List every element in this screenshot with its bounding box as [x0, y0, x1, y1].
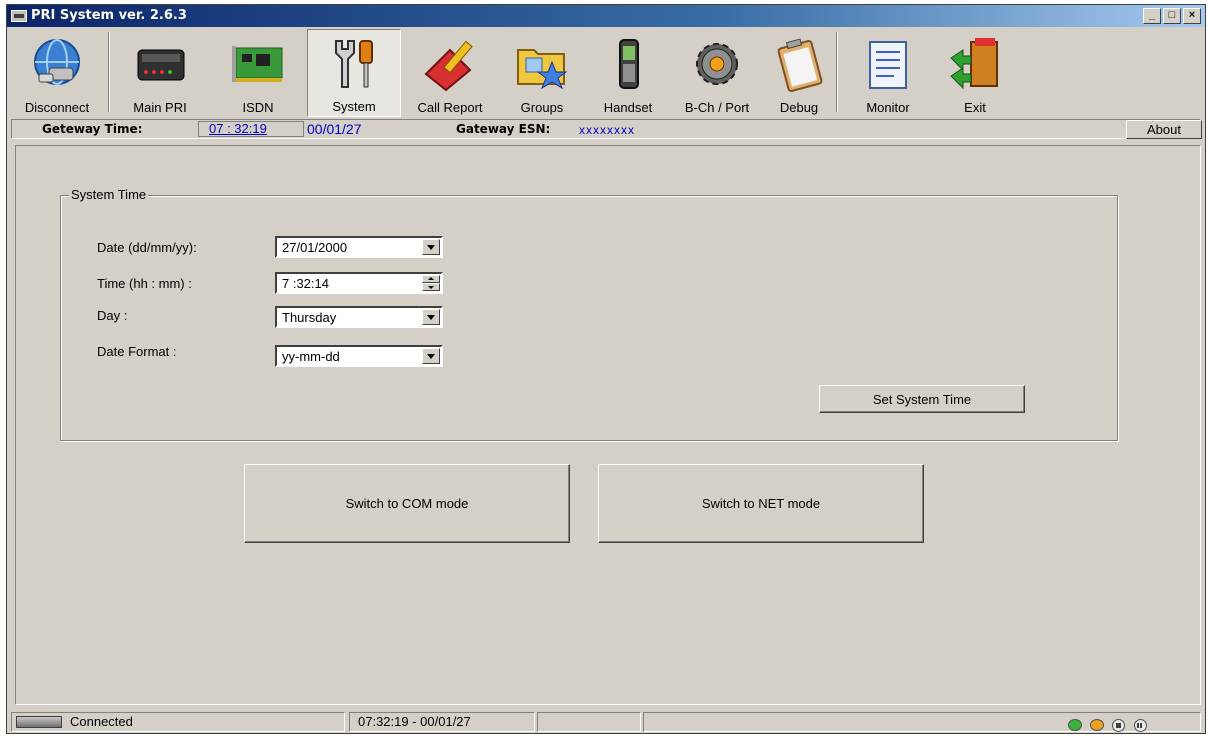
groups-button[interactable]: Groups: [499, 29, 585, 117]
app-icon: [11, 10, 27, 22]
toolbar-label: Handset: [603, 100, 653, 115]
main-window: PRI System ver. 2.6.3 _ □ × Disconnect M…: [6, 4, 1206, 734]
pause-icon[interactable]: [1134, 719, 1147, 732]
status-panel-indicators: [643, 712, 1201, 732]
gear-icon: [687, 34, 747, 94]
monitor-document-icon: [858, 34, 918, 94]
network-icon: [16, 716, 62, 728]
bch-port-button[interactable]: B-Ch / Port: [671, 29, 763, 117]
toolbar-separator: [836, 32, 838, 112]
toolbar-label: Groups: [520, 100, 564, 115]
gateway-time-value: 07 : 32:19: [198, 121, 304, 137]
timestamp-panel: 07:32:19 - 00/01/27: [349, 712, 535, 732]
toolbar-label: Debug: [779, 100, 819, 115]
toolbar-label: B-Ch / Port: [684, 100, 750, 115]
handset-button[interactable]: Handset: [585, 29, 671, 117]
monitor-button[interactable]: Monitor: [839, 29, 937, 117]
minimize-button[interactable]: _: [1143, 8, 1161, 24]
date-format-value: yy-mm-dd: [282, 349, 340, 364]
toolbar-label: Monitor: [866, 100, 910, 115]
orange-led-icon: [1090, 719, 1104, 731]
disconnect-globe-icon: [27, 34, 87, 94]
wrench-screwdriver-icon: [324, 33, 384, 93]
close-button[interactable]: ×: [1183, 8, 1201, 24]
status-bar: Connected 07:32:19 - 00/01/27: [7, 709, 1205, 733]
stop-icon[interactable]: [1112, 719, 1125, 732]
isdn-button[interactable]: ISDN: [209, 29, 307, 117]
time-value: 7 :32:14: [282, 276, 329, 291]
switch-com-mode-button[interactable]: Switch to COM mode: [244, 464, 570, 543]
chevron-down-icon[interactable]: [422, 239, 440, 255]
system-time-legend: System Time: [69, 187, 149, 202]
day-combo[interactable]: Thursday: [275, 306, 443, 328]
toolbar-label: Disconnect: [24, 100, 90, 115]
exit-door-icon: [945, 34, 1005, 94]
day-label: Day :: [97, 308, 128, 323]
toolbar-label: ISDN: [242, 100, 274, 115]
debug-button[interactable]: Debug: [763, 29, 835, 117]
exit-button[interactable]: Exit: [937, 29, 1013, 117]
disconnect-button[interactable]: Disconnect: [7, 29, 107, 117]
date-format-combo[interactable]: yy-mm-dd: [275, 345, 443, 367]
about-button[interactable]: About: [1126, 120, 1202, 139]
clipboard-icon: [769, 34, 829, 94]
gateway-date-value: 00/01/27: [307, 121, 362, 137]
router-device-icon: [130, 34, 190, 94]
isdn-card-icon: [228, 34, 288, 94]
gateway-info-bar: Geteway Time: 07 : 32:19 00/01/27 Gatewa…: [11, 119, 1202, 139]
system-time-group: System Time Date (dd/mm/yy): 27/01/2000 …: [60, 187, 1118, 441]
time-label: Time (hh : mm) :: [97, 276, 192, 291]
toolbar-label: System: [332, 99, 376, 114]
spin-up-icon[interactable]: [422, 275, 440, 283]
window-title: PRI System ver. 2.6.3: [31, 8, 187, 23]
date-value: 27/01/2000: [282, 240, 348, 255]
date-format-label: Date Format :: [97, 344, 177, 359]
call-report-button[interactable]: Call Report: [401, 29, 499, 117]
switch-net-mode-button[interactable]: Switch to NET mode: [598, 464, 924, 543]
title-bar[interactable]: PRI System ver. 2.6.3 _ □ ×: [7, 5, 1205, 27]
handset-phone-icon: [598, 34, 658, 94]
time-spinner[interactable]: 7 :32:14: [275, 272, 443, 294]
system-button[interactable]: System: [307, 29, 401, 117]
maximize-button[interactable]: □: [1163, 8, 1181, 24]
date-label: Date (dd/mm/yy):: [97, 240, 197, 255]
connection-status-panel: Connected: [11, 712, 345, 732]
date-combo[interactable]: 27/01/2000: [275, 236, 443, 258]
set-system-time-button[interactable]: Set System Time: [819, 385, 1025, 413]
toolbar-label: Exit: [964, 100, 986, 115]
groups-folder-icon: [512, 34, 572, 94]
gateway-esn-label: Gateway ESN:: [456, 122, 551, 136]
green-led-icon: [1068, 719, 1082, 731]
toolbar-separator: [108, 32, 110, 112]
status-panel-empty: [537, 712, 641, 732]
system-panel: System Time Date (dd/mm/yy): 27/01/2000 …: [15, 145, 1201, 705]
gateway-esn-value: xxxxxxxx: [579, 123, 635, 137]
toolbar-label: Main PRI: [133, 100, 187, 115]
connection-status: Connected: [70, 714, 133, 729]
toolbar: Disconnect Main PRI ISDN System Call Rep…: [7, 27, 1205, 117]
gateway-time-label: Geteway Time:: [42, 122, 143, 136]
call-report-icon: [420, 34, 480, 94]
toolbar-label: Call Report: [417, 100, 483, 115]
spin-down-icon[interactable]: [422, 283, 440, 291]
day-value: Thursday: [282, 310, 337, 325]
main-pri-button[interactable]: Main PRI: [111, 29, 209, 117]
chevron-down-icon[interactable]: [422, 348, 440, 364]
chevron-down-icon[interactable]: [422, 309, 440, 325]
